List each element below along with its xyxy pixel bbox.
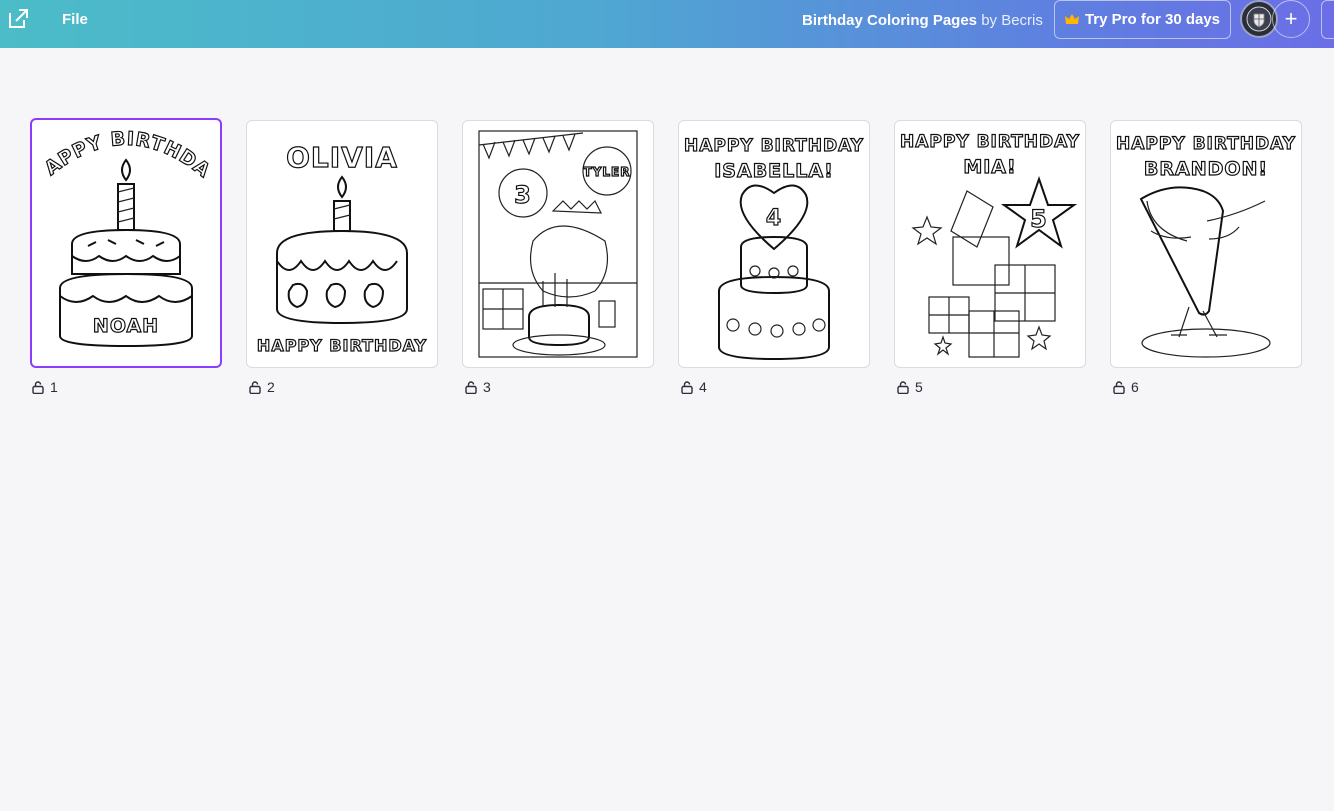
download-button[interactable] <box>1321 0 1334 39</box>
try-pro-label: Try Pro for 30 days <box>1084 11 1221 28</box>
page-thumbnail-4[interactable]: HAPPY BIRTHDAY ISABELLA! 4 <box>678 120 870 368</box>
page-4-name: ISABELLA! <box>714 160 834 182</box>
page-label-2[interactable]: 2 <box>249 379 275 395</box>
page-label-4[interactable]: 4 <box>681 379 707 395</box>
page-number: 1 <box>50 379 58 395</box>
document-title-author: by Becris <box>981 12 1043 29</box>
page-3-name: TYLER <box>584 165 631 179</box>
page-label-3[interactable]: 3 <box>465 379 491 395</box>
unlock-icon <box>465 380 477 394</box>
page-label-6[interactable]: 6 <box>1113 379 1139 395</box>
page-thumbnail-2[interactable]: OLIVIA HAPPY BIRTHDAY <box>246 120 438 368</box>
page-2-name: OLIVIA <box>286 141 398 174</box>
page-2-heading: HAPPY BIRTHDAY <box>257 336 427 355</box>
document-title[interactable]: Birthday Coloring Pages by Becris <box>802 12 1043 29</box>
top-bar: File Birthday Coloring Pages by Becris T… <box>0 0 1334 48</box>
file-menu[interactable]: File <box>62 11 88 28</box>
page-number: 6 <box>1131 379 1139 395</box>
unlock-icon <box>32 380 44 394</box>
page-1-artwork: HAPPY BIRTHDAY NOAH <box>32 120 214 348</box>
open-external-icon[interactable] <box>6 7 30 31</box>
page-label-5[interactable]: 5 <box>897 379 923 395</box>
page-thumbnail-6[interactable]: HAPPY BIRTHDAY BRANDON! <box>1110 120 1302 368</box>
team-crest-icon <box>1246 6 1272 32</box>
page-thumbnail-5[interactable]: HAPPY BIRTHDAY MIA! 5 <box>894 120 1086 368</box>
page-5-heading: HAPPY BIRTHDAY <box>900 132 1080 152</box>
document-title-name: Birthday Coloring Pages <box>802 12 978 29</box>
page-4-heading: HAPPY BIRTHDAY <box>684 136 864 156</box>
crown-icon <box>1064 13 1079 24</box>
page-3-age: 3 <box>514 181 532 209</box>
page-6-name: BRANDON! <box>1144 158 1268 180</box>
unlock-icon <box>249 380 261 394</box>
try-pro-button[interactable]: Try Pro for 30 days <box>1054 0 1231 39</box>
unlock-icon <box>681 380 693 394</box>
page-thumbnail-3[interactable]: 3 TYLER <box>462 120 654 368</box>
page-label-1[interactable]: 1 <box>32 379 58 395</box>
add-button[interactable]: + <box>1272 0 1310 38</box>
page-5-name: MIA! <box>963 156 1016 178</box>
page-number: 2 <box>267 379 275 395</box>
page-3-artwork: 3 TYLER <box>478 130 638 358</box>
unlock-icon <box>1113 380 1125 394</box>
page-5-age: 5 <box>1030 205 1048 233</box>
unlock-icon <box>897 380 909 394</box>
page-1-name: NOAH <box>93 315 159 337</box>
page-number: 3 <box>483 379 491 395</box>
page-6-artwork: HAPPY BIRTHDAY BRANDON! <box>1115 133 1296 358</box>
page-6-heading: HAPPY BIRTHDAY <box>1116 134 1296 154</box>
page-4-age: 4 <box>766 206 782 231</box>
page-5-artwork: HAPPY BIRTHDAY MIA! 5 <box>899 131 1080 358</box>
page-number: 5 <box>915 379 923 395</box>
page-number: 4 <box>699 379 707 395</box>
page-4-artwork: HAPPY BIRTHDAY ISABELLA! 4 <box>683 135 864 361</box>
page-thumbnail-1[interactable]: HAPPY BIRTHDAY NOAH <box>30 118 222 368</box>
page-2-artwork: OLIVIA HAPPY BIRTHDAY <box>256 140 427 355</box>
